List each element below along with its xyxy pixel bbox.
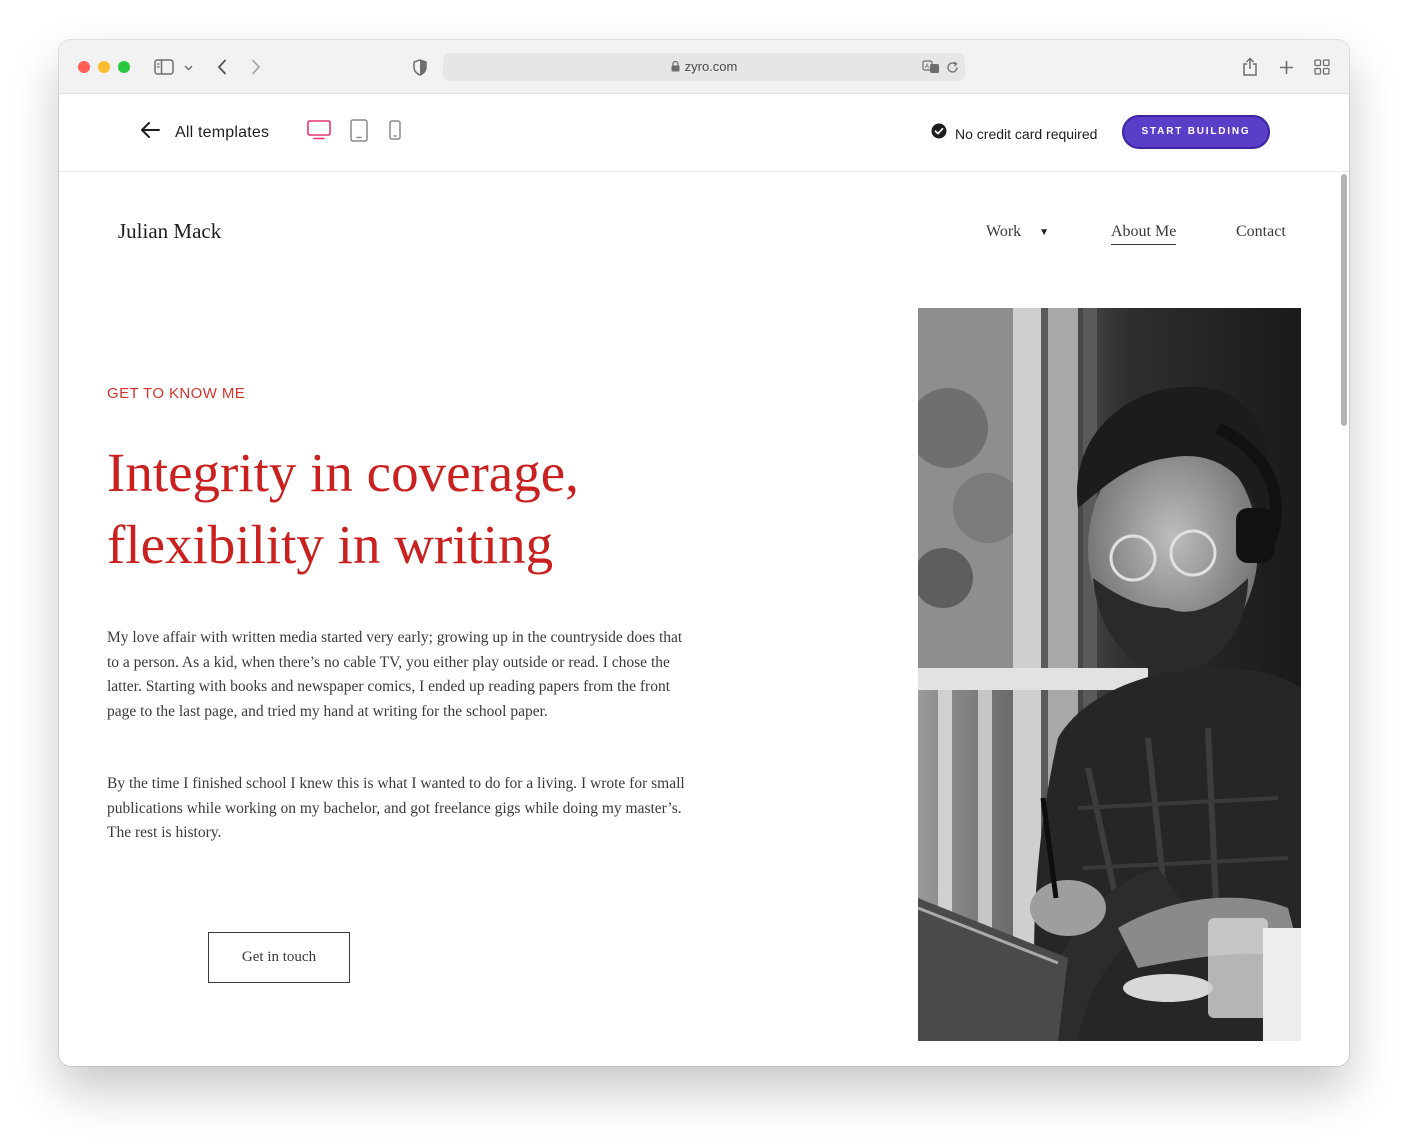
url-text: zyro.com <box>684 59 738 74</box>
bio-paragraph-1: My love affair with written media starte… <box>107 629 683 720</box>
nav-about-me[interactable]: About Me <box>1111 223 1177 245</box>
arrow-left-icon <box>139 121 161 144</box>
caret-down-icon: ▼ <box>1039 226 1050 238</box>
site-logo[interactable]: Julian Mack <box>118 219 221 244</box>
author-photo <box>918 308 1301 1041</box>
svg-text:A: A <box>925 63 930 70</box>
minimize-window-button[interactable] <box>98 61 110 73</box>
no-credit-card-notice: No credit card required <box>931 123 1097 144</box>
tablet-preview-icon[interactable] <box>349 118 369 142</box>
browser-window: zyro.com A All templates No credit card … <box>59 40 1349 1066</box>
mobile-preview-icon[interactable] <box>388 118 402 142</box>
nav-contact[interactable]: Contact <box>1236 223 1286 241</box>
chevron-down-icon[interactable] <box>182 62 194 74</box>
scrollbar-thumb[interactable] <box>1341 174 1347 426</box>
bio-paragraph-2: By the time I finished school I knew thi… <box>107 775 685 841</box>
headline-line-1: Integrity in coverage, <box>107 442 579 503</box>
lock-icon <box>671 54 680 82</box>
check-circle-icon <box>931 123 947 144</box>
page-headline: Integrity in coverage, flexibility in wr… <box>107 437 667 581</box>
reload-icon[interactable] <box>944 59 960 75</box>
translate-icon[interactable]: A <box>921 59 941 75</box>
no-credit-card-text: No credit card required <box>955 125 1098 142</box>
share-icon[interactable] <box>1240 56 1260 78</box>
maximize-window-button[interactable] <box>118 61 130 73</box>
tab-overview-icon[interactable] <box>1312 57 1332 77</box>
section-eyebrow: GET TO KNOW ME <box>107 385 246 402</box>
forward-arrow-icon[interactable] <box>248 58 264 76</box>
all-templates-button[interactable]: All templates <box>139 121 269 144</box>
builder-toolbar: All templates No credit card required ST… <box>59 94 1349 172</box>
nav-work[interactable]: Work ▼ <box>986 223 1049 241</box>
headline-line-2: flexibility in writing <box>107 514 554 575</box>
privacy-shield-icon[interactable] <box>411 57 429 77</box>
address-bar[interactable]: zyro.com A <box>443 53 965 81</box>
close-window-button[interactable] <box>78 61 90 73</box>
back-arrow-icon[interactable] <box>214 58 230 76</box>
start-building-button[interactable]: START BUILDING <box>1122 115 1270 149</box>
desktop-preview-icon[interactable] <box>306 118 332 142</box>
sidebar-icon[interactable] <box>153 57 175 77</box>
template-preview: Julian Mack Work ▼ About Me Contact GET … <box>59 172 1339 1066</box>
new-tab-icon[interactable] <box>1276 57 1296 77</box>
browser-chrome: zyro.com A <box>59 40 1349 94</box>
all-templates-label: All templates <box>175 123 270 141</box>
get-in-touch-button[interactable]: Get in touch <box>208 932 350 983</box>
nav-work-label: Work <box>986 223 1022 240</box>
